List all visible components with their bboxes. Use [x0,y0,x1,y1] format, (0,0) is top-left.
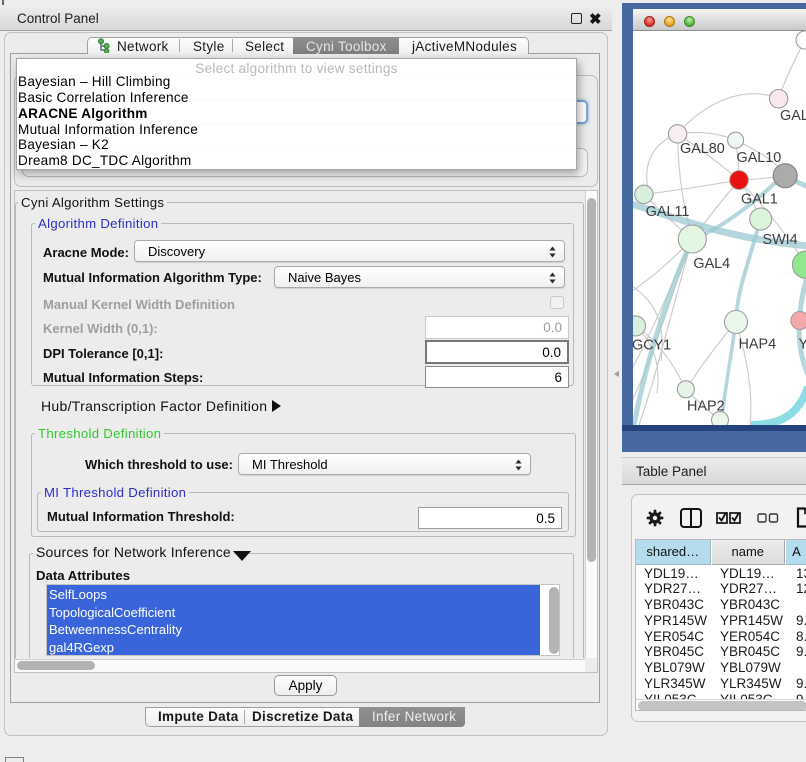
svg-text:GAL11: GAL11 [646,204,690,220]
svg-text:HAP4: HAP4 [739,337,777,353]
svg-text:GCY1: GCY1 [633,338,671,354]
svg-text:GAL7: GAL7 [780,108,806,124]
svg-text:GAL80: GAL80 [680,141,725,157]
svg-text:Y: Y [799,337,806,353]
svg-text:HAP2: HAP2 [687,399,725,415]
svg-text:GAL10: GAL10 [737,150,782,166]
svg-text:GAL4: GAL4 [693,256,730,272]
svg-text:GAL1: GAL1 [741,192,778,208]
svg-text:SWI4: SWI4 [763,232,798,248]
